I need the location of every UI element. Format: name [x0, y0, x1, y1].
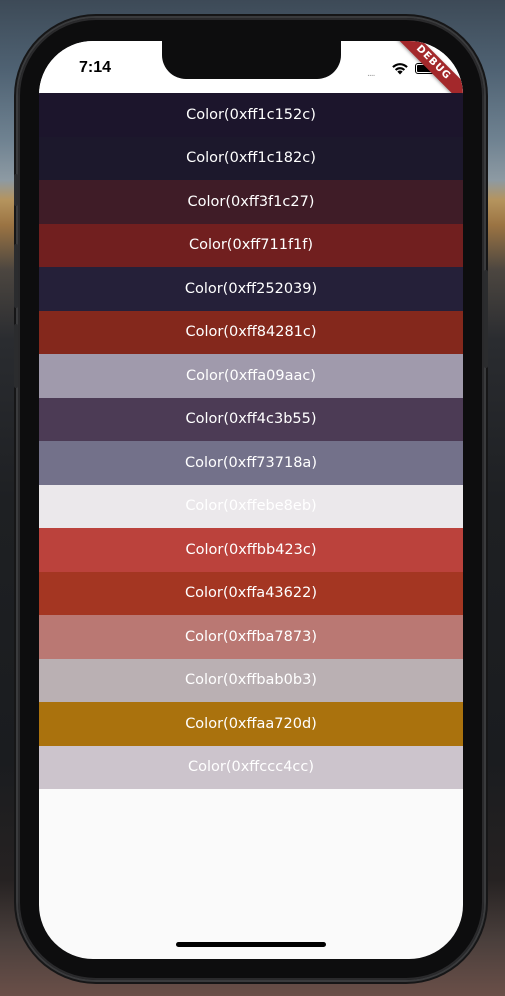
color-label: Color(0xffba7873)	[185, 628, 317, 645]
color-list-item: Color(0xff1c152c)	[39, 93, 463, 137]
color-list-item: Color(0xff3f1c27)	[39, 180, 463, 224]
color-list-item: Color(0xffa09aac)	[39, 354, 463, 398]
silent-switch	[14, 174, 18, 206]
color-list-item: Color(0xffebe8eb)	[39, 484, 463, 528]
color-label: Color(0xff711f1f)	[188, 237, 314, 254]
color-list-item: Color(0xffbb423c)	[39, 528, 463, 572]
color-label: Color(0xff1c152c)	[186, 106, 316, 123]
wifi-icon	[392, 63, 408, 75]
color-label: Color(0xff4c3b55)	[185, 411, 317, 428]
color-list-item: Color(0xff84281c)	[39, 310, 463, 354]
color-label: Color(0xff1c182c)	[186, 150, 316, 167]
color-list-item: Color(0xff711f1f)	[39, 223, 463, 267]
color-list-item: Color(0xff252039)	[39, 267, 463, 311]
volume-down-button	[14, 324, 18, 388]
color-label: Color(0xff3f1c27)	[187, 193, 315, 210]
power-button	[484, 270, 488, 368]
home-indicator[interactable]	[176, 942, 326, 947]
color-list-item: Color(0xffa43622)	[39, 571, 463, 615]
notch	[162, 41, 341, 79]
color-list-item: Color(0xffaa720d)	[39, 702, 463, 746]
status-time: 7:14	[79, 59, 112, 76]
color-label: Color(0xffbb423c)	[185, 541, 317, 558]
volume-up-button	[14, 244, 18, 308]
color-list: Color(0xff1c152c) Color(0xff1c182c) Color(…	[39, 93, 463, 789]
color-label: Color(0xff84281c)	[185, 324, 317, 341]
color-label: Color(0xffa43622)	[185, 585, 317, 602]
color-label: Color(0xffaa720d)	[185, 715, 317, 732]
color-list-item: Color(0xffba7873)	[39, 615, 463, 659]
color-list-item: Color(0xffbab0b3)	[39, 658, 463, 702]
color-list-item: Color(0xff73718a)	[39, 441, 463, 485]
color-label: Color(0xffebe8eb)	[185, 498, 317, 515]
color-label: Color(0xff252039)	[184, 280, 318, 297]
color-label: Color(0xffccc4cc)	[187, 759, 315, 776]
color-label: Color(0xffa09aac)	[185, 367, 317, 384]
signal-dots: ....	[367, 69, 376, 79]
color-list-item: Color(0xffccc4cc)	[39, 745, 463, 789]
app-screen: 7:14 .... DEBUG Color(0xff1c152c) Color(0…	[39, 41, 463, 959]
color-label: Color(0xff73718a)	[185, 454, 317, 471]
color-list-item: Color(0xff1c182c)	[39, 136, 463, 180]
color-label: Color(0xffbab0b3)	[185, 672, 317, 689]
color-list-item: Color(0xff4c3b55)	[39, 397, 463, 441]
